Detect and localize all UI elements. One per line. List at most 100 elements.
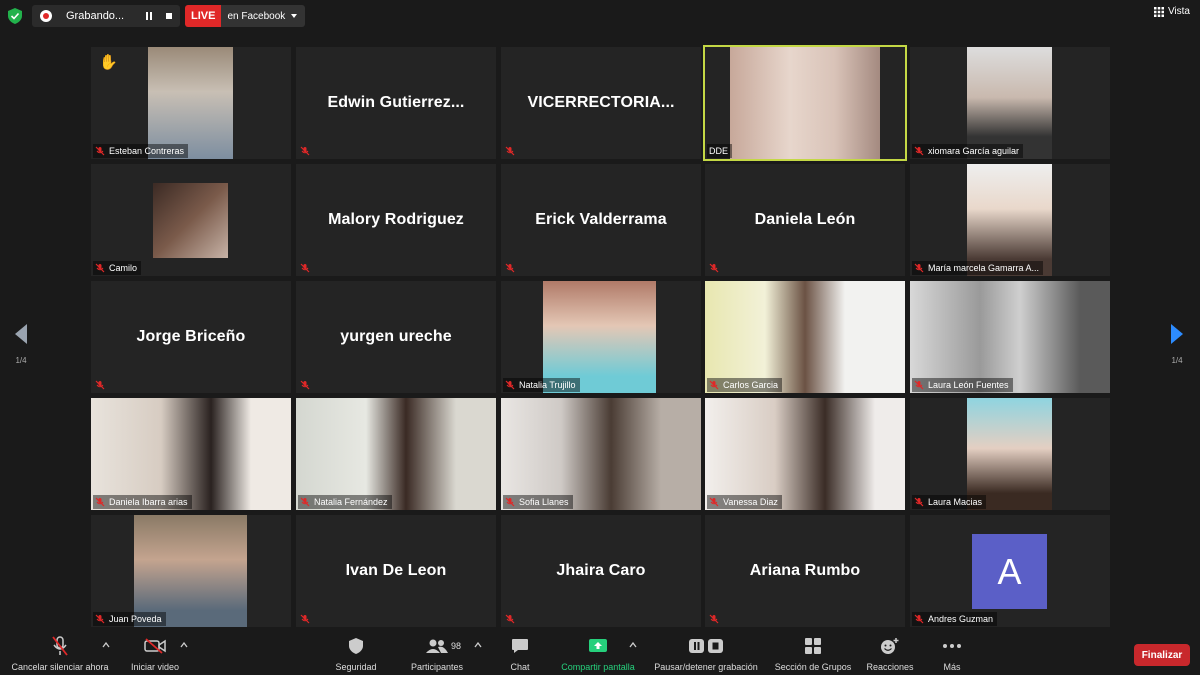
raised-hand-icon: ✋ <box>99 54 118 71</box>
mic-muted-icon <box>914 614 924 624</box>
participant-tile[interactable]: Erick Valderrama <box>501 164 701 276</box>
participant-name-label: Vanessa Diaz <box>707 495 782 509</box>
participant-display-name: Jhaira Caro <box>556 562 646 579</box>
participant-tile[interactable]: Daniela León <box>705 164 905 276</box>
chat-button[interactable]: Chat <box>500 630 540 675</box>
participant-tile[interactable]: Jorge Briceño <box>91 281 291 393</box>
participant-video <box>730 47 880 159</box>
participants-icon <box>426 639 448 653</box>
participant-video <box>91 398 291 510</box>
participant-tile[interactable]: ✋ Esteban Contreras <box>91 47 291 159</box>
participant-name-label <box>93 378 113 392</box>
participant-tile[interactable]: VICERRECTORIA... <box>501 47 701 159</box>
mic-muted-icon <box>709 497 719 507</box>
participant-tile[interactable]: Ariana Rumbo <box>705 515 905 627</box>
arrow-right-icon <box>1171 324 1183 344</box>
participant-tile[interactable]: Daniela Ibarra arias <box>91 398 291 510</box>
unmute-button[interactable]: Cancelar silenciar ahora <box>8 630 112 675</box>
participant-tile[interactable]: Jhaira Caro <box>501 515 701 627</box>
mic-muted-icon <box>95 497 105 507</box>
start-video-label: Iniciar video <box>130 662 180 672</box>
active-speaker-tile[interactable]: DDE <box>703 45 907 161</box>
next-page-button[interactable]: 1/4 <box>1165 324 1189 365</box>
breakout-rooms-icon <box>805 638 821 654</box>
record-icon <box>40 10 52 22</box>
live-stream-indicator[interactable]: LIVE en Facebook <box>185 5 306 27</box>
security-button[interactable]: Seguridad <box>330 630 382 675</box>
mic-muted-icon <box>505 497 515 507</box>
mic-muted-icon <box>709 263 719 273</box>
participant-video <box>967 47 1052 159</box>
participant-name-label: Camilo <box>93 261 142 275</box>
participant-name-label <box>298 612 318 626</box>
mic-muted-icon <box>300 380 310 390</box>
chevron-up-icon[interactable] <box>102 642 110 648</box>
prev-page-button[interactable]: 1/4 <box>9 324 33 365</box>
participant-tile[interactable]: Natalia Fernández <box>296 398 496 510</box>
participant-tile[interactable]: Juan Poveda <box>91 515 291 627</box>
reactions-label: Reacciones <box>866 662 914 672</box>
pause-recording-icon[interactable] <box>143 10 155 22</box>
live-target-dropdown[interactable]: en Facebook <box>221 5 306 27</box>
participant-display-name: Daniela León <box>754 211 856 228</box>
end-meeting-button[interactable]: Finalizar <box>1134 644 1190 666</box>
stop-recording-icon[interactable] <box>163 10 175 22</box>
mic-muted-icon <box>95 614 105 624</box>
participant-video <box>705 398 905 510</box>
live-target-label: en Facebook <box>227 10 286 22</box>
participant-display-name: Ariana Rumbo <box>749 562 861 579</box>
share-screen-icon <box>589 639 607 652</box>
participant-tile[interactable]: yurgen ureche <box>296 281 496 393</box>
view-button[interactable]: Vista <box>1153 6 1190 17</box>
participant-tile[interactable]: Sofia Llanes <box>501 398 701 510</box>
participant-tile[interactable]: María marcela Gamarra A... <box>910 164 1110 276</box>
participant-name-label: María marcela Gamarra A... <box>912 261 1044 275</box>
participant-tile[interactable]: Laura León Fuentes <box>910 281 1110 393</box>
mic-muted-icon <box>95 380 105 390</box>
avatar: A <box>972 534 1047 609</box>
participant-tile[interactable]: Vanessa Diaz <box>705 398 905 510</box>
chevron-up-icon[interactable] <box>629 642 637 648</box>
participant-tile[interactable]: A Andres Guzman <box>910 515 1110 627</box>
mic-muted-icon <box>95 146 105 156</box>
more-label: Más <box>943 662 961 672</box>
participants-button[interactable]: Participantes <box>406 630 468 675</box>
participant-tile[interactable]: xiomara García aguilar <box>910 47 1110 159</box>
video-off-icon <box>144 638 166 654</box>
participant-tile[interactable]: Laura Macias <box>910 398 1110 510</box>
reactions-button[interactable]: Reacciones <box>862 630 918 675</box>
participant-name-label: Esteban Contreras <box>93 144 189 158</box>
breakout-rooms-button[interactable]: Sección de Grupos <box>770 630 856 675</box>
chat-label: Chat <box>510 662 530 672</box>
participant-display-name: Edwin Gutierrez... <box>327 94 465 111</box>
participant-tile[interactable]: Natalia Trujillo <box>501 281 701 393</box>
chat-icon <box>512 639 528 653</box>
participant-name-label <box>707 261 727 275</box>
participant-name-label <box>707 612 727 626</box>
breakout-rooms-label: Sección de Grupos <box>774 662 852 672</box>
participant-tile[interactable]: Ivan De Leon <box>296 515 496 627</box>
mic-muted-icon <box>300 263 310 273</box>
participant-display-name: yurgen ureche <box>340 328 452 345</box>
security-label: Seguridad <box>335 662 377 672</box>
pause-stop-recording-button[interactable]: Pausar/detener grabación <box>648 630 764 675</box>
share-screen-button[interactable]: Compartir pantalla <box>556 630 640 675</box>
participant-tile[interactable]: Camilo <box>91 164 291 276</box>
participant-tile[interactable]: Malory Rodriguez <box>296 164 496 276</box>
mic-muted-icon <box>505 146 515 156</box>
start-video-button[interactable]: Iniciar video <box>124 630 186 675</box>
more-button[interactable]: Más <box>934 630 970 675</box>
participant-video <box>967 164 1052 276</box>
chevron-up-icon[interactable] <box>474 642 482 648</box>
zoom-meeting-window: Grabando... LIVE en Facebook Vista 1/4 1… <box>0 0 1200 675</box>
shield-icon <box>349 638 363 654</box>
participant-tile[interactable]: Edwin Gutierrez... <box>296 47 496 159</box>
reactions-icon <box>881 638 899 654</box>
participant-name-label <box>503 612 523 626</box>
chevron-up-icon[interactable] <box>180 642 188 648</box>
mic-muted-icon <box>505 263 515 273</box>
participant-name-label: Andres Guzman <box>912 612 998 626</box>
participant-tile[interactable]: Carlos Garcia <box>705 281 905 393</box>
shield-icon[interactable] <box>8 8 22 24</box>
participant-name-label: Natalia Fernández <box>298 495 392 509</box>
